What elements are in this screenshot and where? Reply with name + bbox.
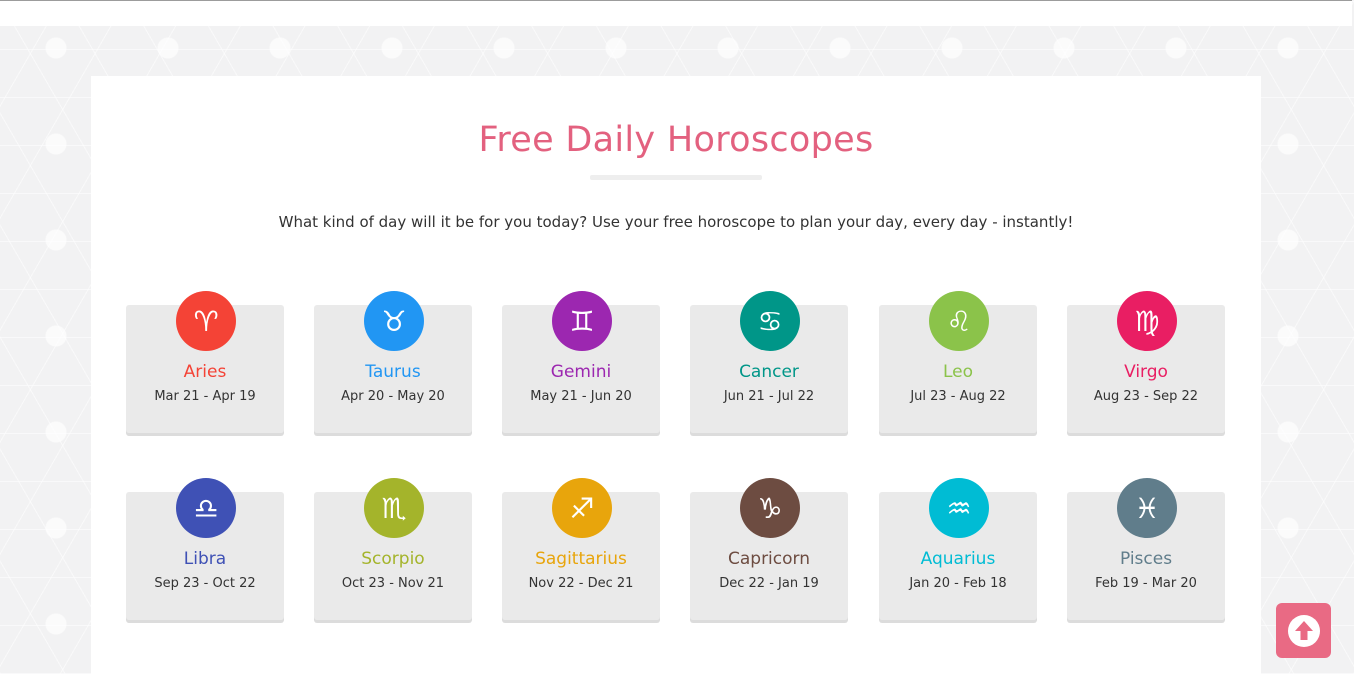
- arrow-up-circle-icon: [1287, 614, 1320, 647]
- scroll-to-top-button[interactable]: [1276, 603, 1331, 658]
- sign-dates: May 21 - Jun 20: [530, 389, 632, 404]
- top-header-strip: [0, 0, 1352, 26]
- pisces-icon: ♓: [1117, 478, 1177, 538]
- page-title: Free Daily Horoscopes: [478, 120, 874, 160]
- sign-card-scorpio[interactable]: ♏ Scorpio Oct 23 - Nov 21: [314, 478, 472, 620]
- sign-dates: Dec 22 - Jan 19: [719, 576, 819, 591]
- virgo-icon: ♍: [1117, 291, 1177, 351]
- cancer-icon: ♋: [740, 291, 800, 351]
- sign-name: Gemini: [550, 362, 612, 382]
- sign-card-cancer[interactable]: ♋ Cancer Jun 21 - Jul 22: [690, 291, 848, 433]
- sign-name: Aries: [183, 362, 227, 382]
- sign-name: Pisces: [1119, 549, 1173, 569]
- gemini-icon: ♊: [552, 291, 612, 351]
- capricorn-icon: ♑: [740, 478, 800, 538]
- sign-card-sagittarius[interactable]: ♐ Sagittarius Nov 22 - Dec 21: [502, 478, 660, 620]
- sign-dates: Nov 22 - Dec 21: [528, 576, 634, 591]
- aquarius-icon: ♒: [929, 478, 989, 538]
- title-underline: [590, 175, 762, 180]
- sign-dates: Sep 23 - Oct 22: [154, 576, 256, 591]
- sign-card-aries[interactable]: ♈ Aries Mar 21 - Apr 19: [126, 291, 284, 433]
- sign-name: Libra: [183, 549, 227, 569]
- sign-dates: Jan 20 - Feb 18: [909, 576, 1007, 591]
- sign-dates: Aug 23 - Sep 22: [1093, 389, 1199, 404]
- sign-name: Leo: [942, 362, 974, 382]
- sign-name: Cancer: [739, 362, 799, 382]
- sign-name: Sagittarius: [535, 549, 627, 569]
- sign-name: Scorpio: [361, 549, 425, 569]
- sign-name: Capricorn: [727, 549, 810, 569]
- sign-card-aquarius[interactable]: ♒ Aquarius Jan 20 - Feb 18: [879, 478, 1037, 620]
- taurus-icon: ♉: [364, 291, 424, 351]
- horoscope-panel: Free Daily Horoscopes What kind of day w…: [91, 76, 1261, 674]
- leo-icon: ♌: [929, 291, 989, 351]
- scorpio-icon: ♏: [364, 478, 424, 538]
- sign-card-gemini[interactable]: ♊ Gemini May 21 - Jun 20: [502, 291, 660, 433]
- sign-dates: Mar 21 - Apr 19: [154, 389, 256, 404]
- sign-name: Taurus: [365, 362, 421, 382]
- sign-dates: Feb 19 - Mar 20: [1095, 576, 1197, 591]
- sign-name: Virgo: [1124, 362, 1168, 382]
- sign-dates: Apr 20 - May 20: [341, 389, 445, 404]
- sagittarius-icon: ♐: [552, 478, 612, 538]
- sign-name: Aquarius: [920, 549, 996, 569]
- page-subtitle: What kind of day will it be for you toda…: [278, 213, 1074, 231]
- sign-card-libra[interactable]: ♎ Libra Sep 23 - Oct 22: [126, 478, 284, 620]
- sign-dates: Jun 21 - Jul 22: [723, 389, 815, 404]
- sign-card-capricorn[interactable]: ♑ Capricorn Dec 22 - Jan 19: [690, 478, 848, 620]
- sign-card-leo[interactable]: ♌ Leo Jul 23 - Aug 22: [879, 291, 1037, 433]
- sign-card-taurus[interactable]: ♉ Taurus Apr 20 - May 20: [314, 291, 472, 433]
- sign-dates: Jul 23 - Aug 22: [910, 389, 1006, 404]
- sign-dates: Oct 23 - Nov 21: [341, 576, 445, 591]
- aries-icon: ♈: [176, 291, 236, 351]
- sign-card-virgo[interactable]: ♍ Virgo Aug 23 - Sep 22: [1067, 291, 1225, 433]
- sign-card-pisces[interactable]: ♓ Pisces Feb 19 - Mar 20: [1067, 478, 1225, 620]
- libra-icon: ♎: [176, 478, 236, 538]
